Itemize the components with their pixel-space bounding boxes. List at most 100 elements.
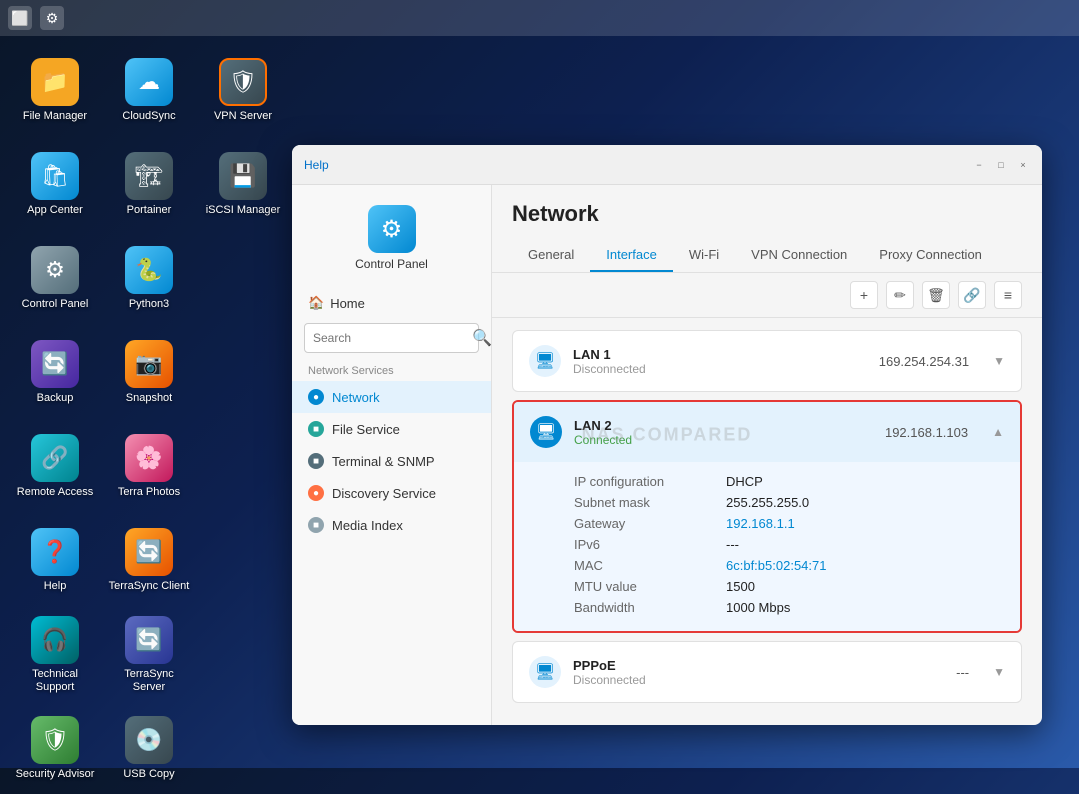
tab-interface[interactable]: Interface bbox=[590, 239, 673, 272]
desktop-icon-snapshot[interactable]: 📷 Snapshot bbox=[104, 328, 194, 418]
media-nav-dot: ■ bbox=[308, 517, 324, 533]
usb-copy-label: USB Copy bbox=[123, 768, 174, 781]
subnet-label: Subnet mask bbox=[574, 495, 714, 510]
network-card-pppoe: 🖥 PPPoE Disconnected --- ▼ bbox=[512, 641, 1022, 703]
lan2-header[interactable]: 🖥 LAN 2 Connected 192.168.1.103 ▲ bbox=[514, 402, 1020, 462]
pppoe-ip: --- bbox=[956, 665, 969, 680]
desktop-icon-help[interactable]: ❓ Help bbox=[10, 516, 100, 606]
desktop-icon-security-advisor[interactable]: 🛡 Security Advisor bbox=[10, 704, 100, 794]
desktop-icon-backup[interactable]: 🔄 Backup bbox=[10, 328, 100, 418]
terminal-nav-dot: ■ bbox=[308, 453, 324, 469]
nav-section-title: Network Services bbox=[292, 357, 491, 381]
search-box[interactable]: 🔍 bbox=[304, 323, 479, 353]
nav-item-terminal-snmp[interactable]: ■ Terminal & SNMP bbox=[292, 445, 491, 477]
mtu-label: MTU value bbox=[574, 579, 714, 594]
nav-item-media-index[interactable]: ■ Media Index bbox=[292, 509, 491, 541]
file-service-nav-label: File Service bbox=[332, 422, 400, 437]
desktop-icon-file-manager[interactable]: 📁 File Manager bbox=[10, 46, 100, 136]
subnet-value: 255.255.255.0 bbox=[726, 495, 1004, 510]
close-button[interactable]: × bbox=[1016, 158, 1030, 172]
help-icon: ❓ bbox=[31, 528, 79, 576]
terra-photos-icon: 🌸 bbox=[125, 434, 173, 482]
snapshot-label: Snapshot bbox=[126, 392, 172, 405]
nav-item-file-service[interactable]: ■ File Service bbox=[292, 413, 491, 445]
search-icon: 🔍 bbox=[472, 328, 492, 348]
desktop-icon-vpn-server[interactable]: 🛡 VPN Server bbox=[198, 46, 288, 136]
desktop-icon-control-panel[interactable]: ⚙ Control Panel bbox=[10, 234, 100, 324]
desktop-icon-portainer[interactable]: 🏗 Portainer bbox=[104, 140, 194, 230]
pppoe-header[interactable]: 🖥 PPPoE Disconnected --- ▼ bbox=[513, 642, 1021, 702]
delete-button[interactable]: 🗑 bbox=[922, 281, 950, 309]
portainer-icon: 🏗 bbox=[125, 152, 173, 200]
lan2-ip: 192.168.1.103 bbox=[885, 425, 968, 440]
control-panel-app-icon: ⚙ bbox=[368, 205, 416, 253]
add-button[interactable]: + bbox=[850, 281, 878, 309]
tab-bar: General Interface Wi-Fi VPN Connection P… bbox=[512, 239, 1022, 272]
lan1-icon: 🖥 bbox=[529, 345, 561, 377]
desktop-icon-technical-support[interactable]: 🎧 Technical Support bbox=[10, 610, 100, 700]
lan2-details: IP configuration DHCP Subnet mask 255.25… bbox=[514, 462, 1020, 631]
desktop: 📁 File Manager ☁ CloudSync 🛡 VPN Server … bbox=[0, 36, 280, 768]
nav-item-discovery-service[interactable]: ● Discovery Service bbox=[292, 477, 491, 509]
cloudsync-icon: ☁ bbox=[125, 58, 173, 106]
ip-config-value: DHCP bbox=[726, 474, 1004, 489]
control-panel-icon: ⚙ bbox=[31, 246, 79, 294]
desktop-icon-terra-photos[interactable]: 🌸 Terra Photos bbox=[104, 422, 194, 512]
link-button[interactable]: 🔗 bbox=[958, 281, 986, 309]
lan1-header[interactable]: 🖥 LAN 1 Disconnected 169.254.254.31 ▼ bbox=[513, 331, 1021, 391]
toolbar: + ✏ 🗑 🔗 ≡ bbox=[492, 273, 1042, 318]
tab-wifi[interactable]: Wi-Fi bbox=[673, 239, 735, 272]
terrasync-server-icon: 🔄 bbox=[125, 616, 173, 664]
edit-button[interactable]: ✏ bbox=[886, 281, 914, 309]
backup-label: Backup bbox=[37, 392, 74, 405]
lan1-info: LAN 1 Disconnected bbox=[573, 347, 867, 376]
network-card-lan2: 🖥 LAN 2 Connected 192.168.1.103 ▲ IP con… bbox=[512, 400, 1022, 633]
menu-button[interactable]: ≡ bbox=[994, 281, 1022, 309]
window-titlebar: Help − □ × bbox=[292, 145, 1042, 185]
ipv6-label: IPv6 bbox=[574, 537, 714, 552]
taskbar-window-icon[interactable]: ⬜ bbox=[8, 6, 32, 30]
control-panel-window: Help − □ × ⚙ Control Panel 🏠 Home 🔍 Netw… bbox=[292, 145, 1042, 725]
lan2-info: LAN 2 Connected bbox=[574, 418, 873, 447]
python3-label: Python3 bbox=[129, 298, 169, 311]
desktop-icon-remote-access[interactable]: 🔗 Remote Access bbox=[10, 422, 100, 512]
taskbar-settings-icon[interactable]: ⚙ bbox=[40, 6, 64, 30]
nav-item-network[interactable]: ● Network bbox=[292, 381, 491, 413]
minimize-button[interactable]: − bbox=[972, 158, 986, 172]
terra-photos-label: Terra Photos bbox=[118, 486, 180, 499]
desktop-icon-usb-copy[interactable]: 💿 USB Copy bbox=[104, 704, 194, 794]
pppoe-chevron: ▼ bbox=[993, 665, 1005, 679]
maximize-button[interactable]: □ bbox=[994, 158, 1008, 172]
content-title: Network bbox=[512, 201, 1022, 227]
help-link[interactable]: Help bbox=[304, 158, 329, 172]
usb-copy-icon: 💿 bbox=[125, 716, 173, 764]
desktop-icon-python3[interactable]: 🐍 Python3 bbox=[104, 234, 194, 324]
technical-support-label: Technical Support bbox=[14, 668, 96, 694]
network-nav-dot: ● bbox=[308, 389, 324, 405]
home-label: Home bbox=[330, 296, 365, 311]
lan2-status: Connected bbox=[574, 433, 873, 447]
desktop-icon-app-center[interactable]: 🛍 App Center bbox=[10, 140, 100, 230]
python3-icon: 🐍 bbox=[125, 246, 173, 294]
mtu-value: 1500 bbox=[726, 579, 1004, 594]
tab-vpn-connection[interactable]: VPN Connection bbox=[735, 239, 863, 272]
app-center-icon: 🛍 bbox=[31, 152, 79, 200]
desktop-icon-terrasync-server[interactable]: 🔄 TerraSync Server bbox=[104, 610, 194, 700]
lan1-chevron: ▼ bbox=[993, 354, 1005, 368]
lan2-chevron: ▲ bbox=[992, 425, 1004, 439]
search-input[interactable] bbox=[313, 331, 468, 345]
taskbar: ⬜ ⚙ bbox=[0, 0, 1079, 36]
desktop-icon-terrasync-client[interactable]: 🔄 TerraSync Client bbox=[104, 516, 194, 606]
lan1-name: LAN 1 bbox=[573, 347, 867, 362]
pppoe-status: Disconnected bbox=[573, 673, 944, 687]
tab-proxy-connection[interactable]: Proxy Connection bbox=[863, 239, 998, 272]
desktop-icon-cloudsync[interactable]: ☁ CloudSync bbox=[104, 46, 194, 136]
control-panel-header: ⚙ Control Panel bbox=[292, 193, 491, 279]
control-panel-label: Control Panel bbox=[22, 298, 89, 311]
bandwidth-value: 1000 Mbps bbox=[726, 600, 1004, 615]
desktop-icon-iscsi[interactable]: 💾 iSCSI Manager bbox=[198, 140, 288, 230]
tab-general[interactable]: General bbox=[512, 239, 590, 272]
nav-home[interactable]: 🏠 Home bbox=[292, 287, 491, 319]
network-nav-label: Network bbox=[332, 390, 380, 405]
pppoe-name: PPPoE bbox=[573, 658, 944, 673]
